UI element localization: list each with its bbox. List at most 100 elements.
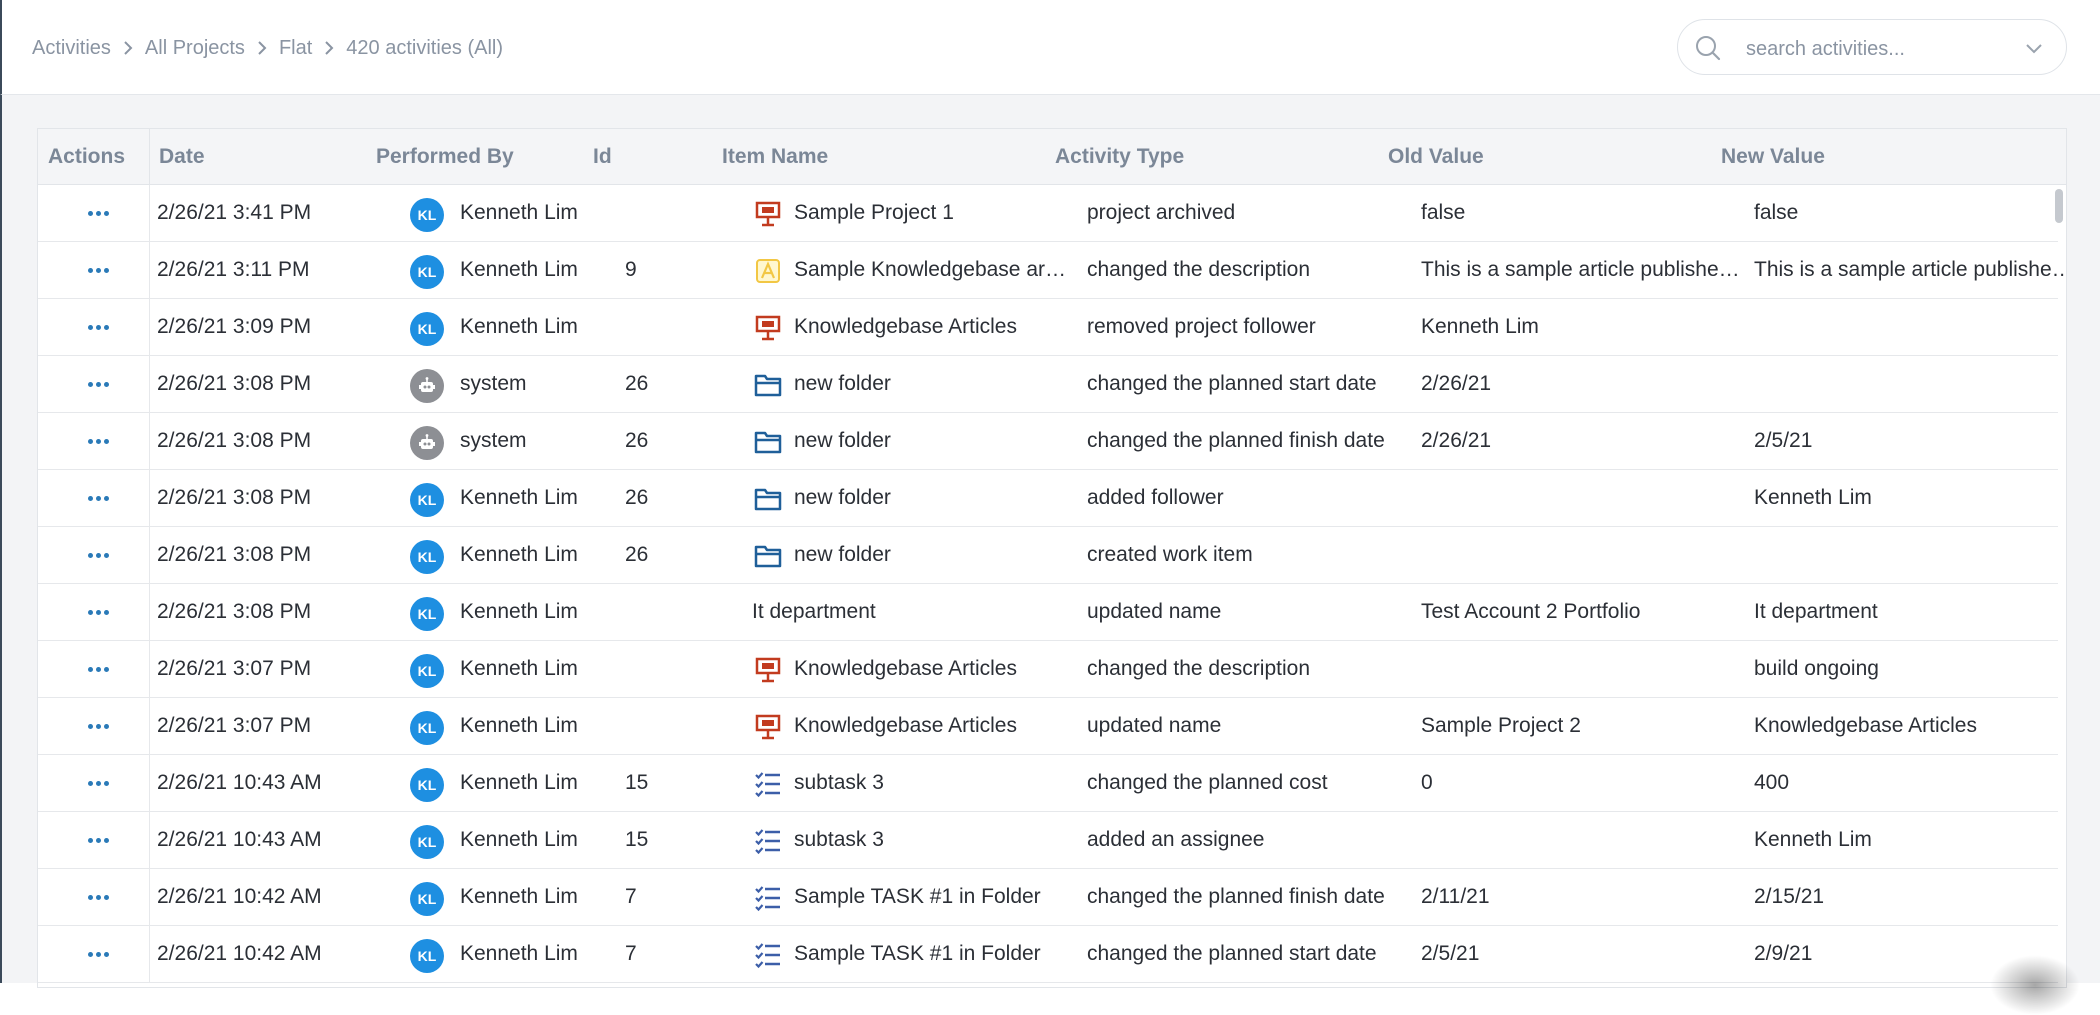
activity-type-cell: changed the planned cost [1087,771,1328,794]
table-row[interactable]: 2/26/21 3:09 PM KL Kenneth Lim Knowledgebas… [38,299,2058,356]
column-divider [149,926,150,983]
header-activity-type[interactable]: Activity Type [1055,129,1184,185]
breadcrumb-flat[interactable]: Flat [279,37,312,60]
performed-by-cell: Kenneth Lim [460,600,578,623]
row-actions-button[interactable] [83,883,113,911]
date-cell: 2/26/21 3:08 PM [157,372,312,395]
header-date[interactable]: Date [159,129,205,185]
date-cell: 2/26/21 10:42 AM [157,942,322,965]
item-name-link[interactable]: Knowledgebase Articles [794,299,1078,356]
new-value-cell: Kenneth Lim [1754,828,1872,851]
row-actions-button[interactable] [83,427,113,455]
date-cell: 2/26/21 3:08 PM [157,600,312,623]
item-name-link[interactable]: Sample Project 1 [794,185,1078,242]
new-value-cell: 2/15/21 [1754,885,1825,908]
header-old-value[interactable]: Old Value [1388,129,1484,185]
item-name-link[interactable]: new folder [794,413,1078,470]
row-actions-button[interactable] [83,655,113,683]
row-actions-button[interactable] [83,769,113,797]
item-name-link[interactable]: new folder [794,527,1078,584]
activity-type-cell: changed the description [1087,657,1310,680]
avatar: KL [410,825,444,859]
performed-by-cell: Kenneth Lim [460,486,578,509]
item-name-link[interactable]: new folder [794,356,1078,413]
table-row[interactable]: 2/26/21 3:08 PM system 26 new folder changed… [38,356,2058,413]
scrollbar-thumb[interactable] [2055,189,2063,223]
row-actions-button[interactable] [83,370,113,398]
performed-by-cell: Kenneth Lim [460,885,578,908]
breadcrumb: Activities All Projects Flat 420 activit… [32,33,503,63]
id-cell [625,641,715,698]
header-item-name[interactable]: Item Name [722,129,828,185]
folder-icon [754,371,782,399]
item-name-link[interactable]: Sample TASK #1 in Folder [794,869,1078,926]
id-cell: 15 [625,828,649,851]
item-name-link[interactable]: subtask 3 [794,812,1078,869]
table-row[interactable]: 2/26/21 10:43 AM KL Kenneth Lim 15 subtask 3… [38,812,2058,869]
table-row[interactable]: 2/26/21 10:42 AM KL Kenneth Lim 7 Sample TAS… [38,926,2058,983]
activities-table: Actions Date Performed By Id Item Name A… [37,128,2067,988]
item-name-link[interactable]: Sample Knowledgebase ar… [794,242,1078,299]
item-name-link[interactable]: Knowledgebase Articles [794,698,1078,755]
column-divider [149,812,150,869]
chevron-down-icon[interactable] [2024,38,2044,58]
breadcrumb-activities[interactable]: Activities [32,37,111,60]
table-row[interactable]: 2/26/21 3:07 PM KL Kenneth Lim Knowledgebas… [38,641,2058,698]
table-row[interactable]: 2/26/21 3:08 PM KL Kenneth Lim 26 new folder… [38,527,2058,584]
performed-by-cell: Kenneth Lim [460,315,578,338]
id-cell: 9 [625,258,637,281]
new-value-cell: build ongoing [1754,657,1879,680]
row-actions-button[interactable] [83,826,113,854]
date-cell: 2/26/21 3:08 PM [157,486,312,509]
row-actions-button[interactable] [83,598,113,626]
header-actions[interactable]: Actions [48,129,125,185]
performed-by-cell: system [460,372,527,395]
column-divider [149,641,150,698]
item-name-link[interactable]: Sample TASK #1 in Folder [794,926,1078,983]
table-row[interactable]: 2/26/21 3:08 PM KL Kenneth Lim 26 new folder… [38,470,2058,527]
robot-avatar-icon [410,426,444,460]
search-input[interactable] [1744,32,2008,66]
activity-type-cell: changed the planned finish date [1087,429,1385,452]
table-row[interactable]: 2/26/21 3:07 PM KL Kenneth Lim Knowledgebas… [38,698,2058,755]
header-new-value[interactable]: New Value [1721,129,1825,185]
row-actions-button[interactable] [83,940,113,968]
row-actions-button[interactable] [83,199,113,227]
row-actions-button[interactable] [83,256,113,284]
row-actions-button[interactable] [83,484,113,512]
avatar: KL [410,597,444,631]
old-value-cell: 2/11/21 [1421,885,1490,908]
column-divider [149,356,150,413]
row-actions-button[interactable] [83,541,113,569]
new-value-cell: false [1754,201,1799,224]
item-name-link[interactable]: Knowledgebase Articles [794,641,1078,698]
new-value-cell [1754,356,2066,413]
table-row[interactable]: 2/26/21 3:08 PM KL Kenneth Lim It departmen… [38,584,2058,641]
performed-by-cell: Kenneth Lim [460,771,578,794]
activity-type-cell: added follower [1087,486,1224,509]
id-cell: 15 [625,771,649,794]
header-performed-by[interactable]: Performed By [376,129,514,185]
avatar: KL [410,711,444,745]
new-value-cell [1754,527,2066,584]
table-row[interactable]: 2/26/21 3:11 PM KL Kenneth Lim 9 Sample Know… [38,242,2066,299]
column-divider [149,698,150,755]
id-cell: 7 [625,942,637,965]
table-row[interactable]: 2/26/21 10:42 AM KL Kenneth Lim 7 Sample TAS… [38,869,2058,926]
old-value-cell [1421,641,1743,698]
header-id[interactable]: Id [593,129,612,185]
item-name-link[interactable]: new folder [794,470,1078,527]
row-actions-button[interactable] [83,313,113,341]
column-divider [149,185,150,242]
breadcrumb-all-projects[interactable]: All Projects [145,37,245,60]
table-row[interactable]: 2/26/21 3:08 PM system 26 new folder changed… [38,413,2058,470]
table-row[interactable]: 2/26/21 3:41 PM KL Kenneth Lim Sample Proje… [38,185,2058,242]
item-name-link[interactable]: subtask 3 [794,755,1078,812]
item-name-link[interactable]: It department [752,584,1078,641]
vertical-scrollbar[interactable] [2055,183,2063,983]
row-actions-button[interactable] [83,712,113,740]
search-box[interactable] [1677,19,2067,75]
table-row[interactable]: 2/26/21 10:43 AM KL Kenneth Lim 15 subtask 3… [38,755,2058,812]
old-value-cell: 0 [1421,771,1433,794]
id-cell [625,698,715,755]
